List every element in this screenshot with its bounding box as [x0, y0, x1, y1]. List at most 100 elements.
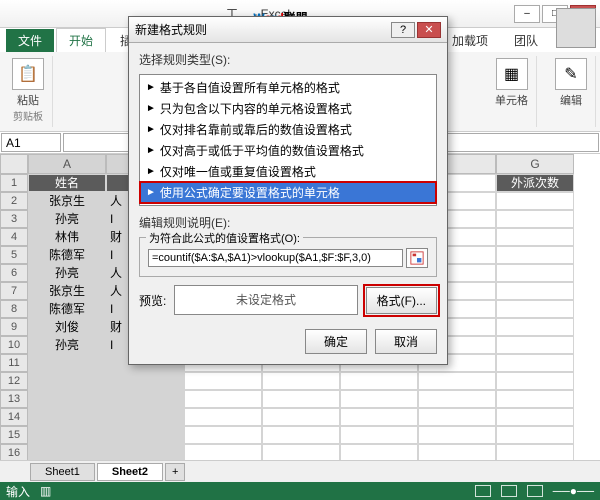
row-header[interactable]: 7 [0, 282, 28, 300]
ok-button[interactable]: 确定 [305, 329, 367, 354]
cell[interactable] [496, 336, 574, 354]
cell[interactable]: 刘俊 [28, 318, 106, 336]
cell[interactable]: 孙亮 [28, 210, 106, 228]
cell[interactable] [340, 390, 418, 408]
cell[interactable] [496, 300, 574, 318]
tab-file[interactable]: 文件 [6, 29, 54, 52]
cell[interactable]: 孙亮 [28, 336, 106, 354]
cell[interactable] [418, 426, 496, 444]
dialog-titlebar[interactable]: 新建格式规则 ? ✕ [129, 17, 447, 43]
rule-type-option[interactable]: ►仅对排名靠前或靠后的数值设置格式 [140, 119, 436, 140]
cell[interactable] [106, 372, 184, 390]
cell[interactable]: 陈德军 [28, 300, 106, 318]
view-layout-icon[interactable] [501, 485, 517, 497]
sheet-tab-active[interactable]: Sheet2 [97, 463, 163, 481]
editing-icon[interactable]: ✎ [555, 58, 587, 90]
rule-type-option-selected[interactable]: ►使用公式确定要设置格式的单元格 [140, 182, 436, 203]
cell[interactable] [496, 192, 574, 210]
cell[interactable]: 姓名 [28, 174, 106, 192]
row-header[interactable]: 14 [0, 408, 28, 426]
cell[interactable] [106, 426, 184, 444]
format-button[interactable]: 格式(F)... [366, 287, 437, 314]
cell[interactable]: 孙亮 [28, 264, 106, 282]
row-header[interactable]: 2 [0, 192, 28, 210]
range-selector-button[interactable] [406, 248, 428, 268]
view-pagebreak-icon[interactable] [527, 485, 543, 497]
cell[interactable]: 张京生 [28, 282, 106, 300]
formula-input[interactable] [148, 249, 403, 267]
cell[interactable] [106, 390, 184, 408]
cell[interactable] [496, 264, 574, 282]
select-all-corner[interactable] [0, 154, 28, 174]
row-header[interactable]: 6 [0, 264, 28, 282]
cell[interactable] [496, 426, 574, 444]
row-header[interactable]: 15 [0, 426, 28, 444]
name-box[interactable] [1, 133, 61, 152]
cell[interactable] [418, 390, 496, 408]
col-header[interactable]: A [28, 154, 106, 174]
cell[interactable]: 张京生 [28, 192, 106, 210]
cell[interactable] [28, 390, 106, 408]
cell[interactable] [28, 408, 106, 426]
row-header[interactable]: 4 [0, 228, 28, 246]
row-header[interactable]: 13 [0, 390, 28, 408]
cell[interactable] [184, 408, 262, 426]
tab-addins[interactable]: 加载项 [440, 29, 500, 52]
tab-team[interactable]: 团队 [502, 29, 550, 52]
cell[interactable] [184, 390, 262, 408]
cell[interactable] [418, 408, 496, 426]
cell[interactable]: 陈德军 [28, 246, 106, 264]
rule-type-option[interactable]: ►仅对唯一值或重复值设置格式 [140, 161, 436, 182]
cells-icon[interactable]: ▦ [496, 58, 528, 90]
cell[interactable] [496, 408, 574, 426]
row-header[interactable]: 1 [0, 174, 28, 192]
row-header[interactable]: 3 [0, 210, 28, 228]
cell[interactable] [496, 372, 574, 390]
cell[interactable] [418, 372, 496, 390]
view-normal-icon[interactable] [475, 485, 491, 497]
rule-type-option[interactable]: ►基于各自值设置所有单元格的格式 [140, 77, 436, 98]
rule-type-option[interactable]: ►只为包含以下内容的单元格设置格式 [140, 98, 436, 119]
rule-type-option[interactable]: ►仅对高于或低于平均值的数值设置格式 [140, 140, 436, 161]
cell[interactable] [28, 426, 106, 444]
tab-home[interactable]: 开始 [56, 28, 106, 52]
cell[interactable] [184, 372, 262, 390]
row-header[interactable]: 10 [0, 336, 28, 354]
row-header[interactable]: 5 [0, 246, 28, 264]
cell[interactable]: 林伟 [28, 228, 106, 246]
row-header[interactable]: 8 [0, 300, 28, 318]
cell[interactable] [496, 210, 574, 228]
dialog-help-button[interactable]: ? [391, 22, 415, 38]
cell[interactable] [262, 426, 340, 444]
cell[interactable] [496, 354, 574, 372]
cell[interactable] [28, 354, 106, 372]
cell[interactable] [262, 372, 340, 390]
sheet-add-button[interactable]: + [165, 463, 185, 481]
cell[interactable] [340, 372, 418, 390]
cell[interactable] [340, 426, 418, 444]
cell[interactable] [496, 318, 574, 336]
cell[interactable] [340, 408, 418, 426]
cell[interactable] [106, 408, 184, 426]
row-header[interactable]: 9 [0, 318, 28, 336]
user-avatar[interactable] [556, 8, 596, 48]
cell[interactable]: 外派次数 [496, 174, 574, 192]
cell[interactable] [184, 426, 262, 444]
zoom-slider[interactable]: ──●── [553, 484, 594, 498]
cell[interactable] [496, 228, 574, 246]
cancel-button[interactable]: 取消 [375, 329, 437, 354]
cell[interactable] [496, 390, 574, 408]
minimize-button[interactable]: – [514, 5, 540, 23]
cell[interactable] [496, 246, 574, 264]
cell[interactable] [28, 372, 106, 390]
col-header[interactable]: G [496, 154, 574, 174]
row-header[interactable]: 12 [0, 372, 28, 390]
row-header[interactable]: 11 [0, 354, 28, 372]
paste-icon[interactable]: 📋 [12, 58, 44, 90]
cell[interactable] [496, 282, 574, 300]
sheet-tab[interactable]: Sheet1 [30, 463, 95, 481]
dialog-close-button[interactable]: ✕ [417, 22, 441, 38]
cell[interactable] [262, 408, 340, 426]
cell[interactable] [262, 390, 340, 408]
rule-type-list[interactable]: ►基于各自值设置所有单元格的格式 ►只为包含以下内容的单元格设置格式 ►仅对排名… [139, 74, 437, 206]
